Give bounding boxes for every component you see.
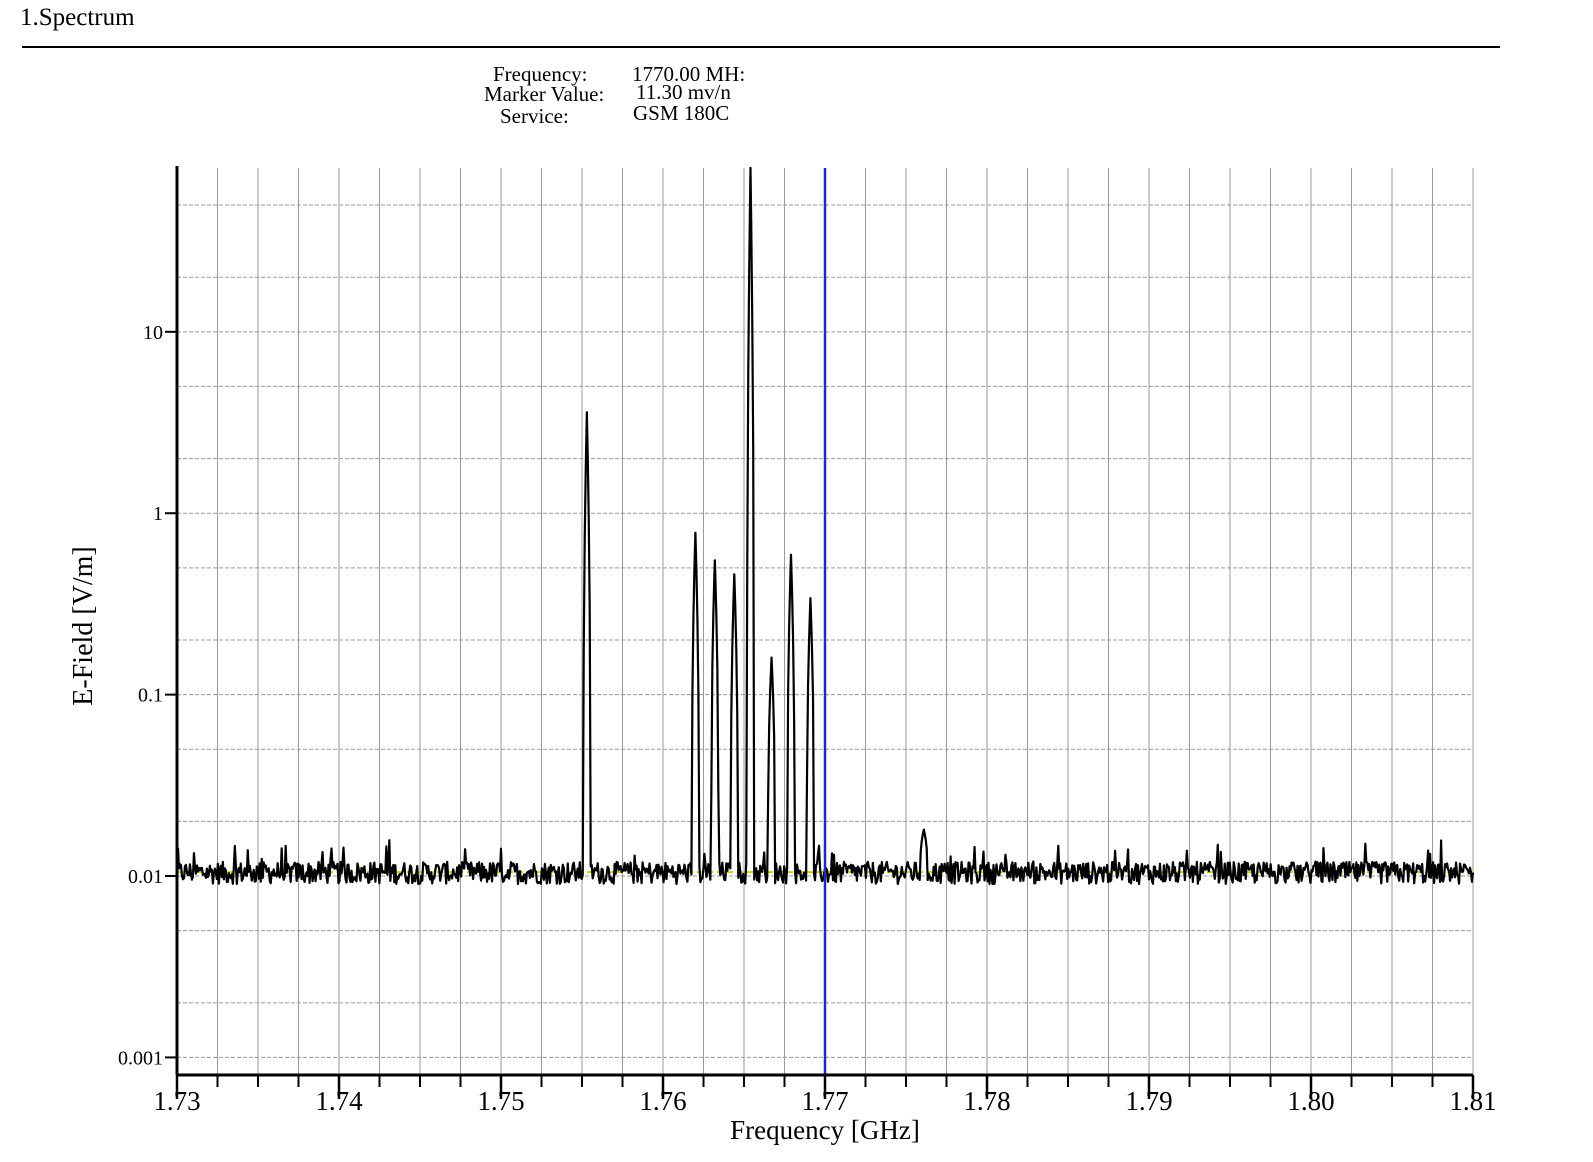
peak-point <box>809 597 812 600</box>
x-tick-label: 1.80 <box>1287 1086 1334 1116</box>
y-tick-label: 10 <box>143 322 163 344</box>
y-tick-label: 0.001 <box>118 1047 163 1069</box>
x-tick-label: 1.73 <box>153 1086 200 1116</box>
x-tick-label: 1.76 <box>639 1086 686 1116</box>
peak-point <box>713 559 716 562</box>
x-tick-label: 1.74 <box>315 1086 363 1116</box>
y-tick-label: 0.1 <box>138 685 163 707</box>
x-tick-label: 1.75 <box>477 1086 524 1116</box>
peak-point <box>770 656 773 659</box>
peak-point <box>922 828 925 831</box>
y-axis-label: E-Field [V/m] <box>68 546 99 705</box>
y-tick-label: 1 <box>153 503 163 525</box>
spectrum-chart: 1.73 1.74 1.75 1.76 1.77 1.78 1.79 1.80 1.81 0.00… <box>68 166 1497 1145</box>
peak-point <box>733 573 736 576</box>
peak-point <box>789 553 792 556</box>
x-tick-label: 1.77 <box>801 1086 848 1116</box>
x-tick-label: 1.81 <box>1449 1086 1496 1116</box>
axes: 1.73 1.74 1.75 1.76 1.77 1.78 1.79 1.80 1.81 0.00… <box>118 166 1497 1116</box>
y-tick-label: 0.01 <box>128 866 163 888</box>
peak-point <box>749 167 752 169</box>
peak-point <box>585 411 588 414</box>
x-tick-label: 1.78 <box>963 1086 1010 1116</box>
x-tick-label: 1.79 <box>1125 1086 1172 1116</box>
x-axis-label: Frequency [GHz] <box>730 1115 920 1145</box>
trace-layer <box>175 166 1475 1075</box>
peak-point <box>694 531 697 534</box>
